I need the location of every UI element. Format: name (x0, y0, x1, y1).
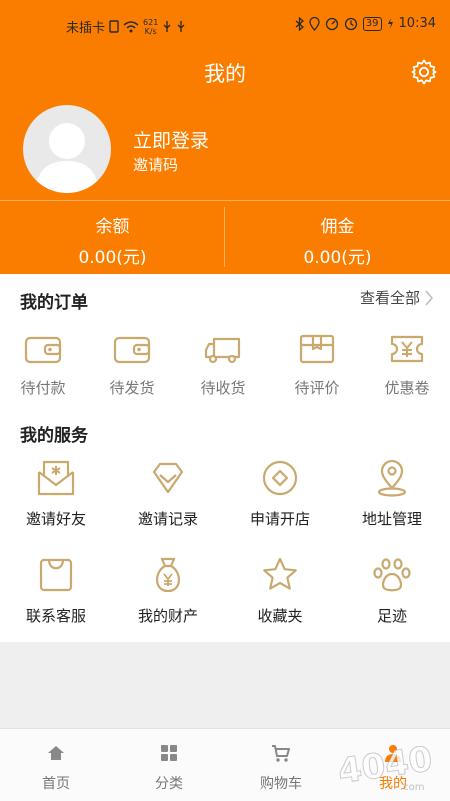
status-bar: 未插卡 621 K/s 39 10:34 (0, 0, 450, 50)
service-label: 足迹 (376, 607, 407, 625)
coupon-icon (390, 335, 424, 363)
tab-label: 购物车 (260, 776, 302, 792)
shop-icon (262, 460, 298, 496)
tab-home[interactable]: 首页 (11, 743, 101, 793)
service-invite-records[interactable]: 邀请记录 (112, 458, 224, 529)
balance-label: 余额 (95, 217, 130, 237)
bluetooth-icon (295, 16, 304, 31)
order-pending-payment[interactable]: 待付款 (0, 332, 88, 398)
tab-cart[interactable]: 购物车 (236, 743, 326, 793)
view-all-orders-link[interactable]: 查看全部 (360, 287, 434, 308)
tab-label: 首页 (42, 776, 70, 792)
commission-label: 佣金 (320, 217, 355, 237)
svg-text:.com: .com (400, 782, 425, 793)
cart-icon (272, 745, 290, 762)
envelope-icon (37, 460, 75, 496)
sim-icon (109, 20, 119, 33)
order-status-label: 待发货 (109, 379, 155, 397)
bag-icon (39, 558, 73, 592)
order-status-label: 优惠卷 (384, 379, 430, 397)
net-speed: 621 K/s (143, 17, 159, 36)
speedometer-icon (325, 17, 338, 30)
balance-value: 0.00(元) (78, 248, 147, 268)
star-icon (263, 557, 297, 590)
location-icon (377, 459, 407, 497)
diamond-icon (152, 462, 184, 494)
service-label: 邀请好友 (25, 510, 86, 528)
grid-icon (161, 745, 177, 761)
service-invite-friends[interactable]: 邀请好友 (0, 458, 112, 529)
usb-icon-2 (177, 21, 185, 32)
paw-icon (373, 558, 411, 592)
page-title: 我的 (204, 62, 246, 86)
balance-block[interactable]: 余额 0.00(元) (0, 212, 225, 268)
service-footprints[interactable]: 足迹 (336, 555, 448, 626)
avatar[interactable] (23, 105, 111, 193)
service-label: 申请开店 (249, 510, 310, 528)
service-favorites[interactable]: 收藏夹 (224, 555, 336, 626)
wallet-icon (24, 336, 62, 364)
truck-icon (204, 337, 241, 364)
wifi-icon (123, 21, 139, 33)
carrier-text: 未插卡 (66, 21, 106, 36)
default-avatar-icon (35, 123, 99, 193)
divider (0, 200, 450, 201)
location-status-icon (309, 16, 320, 31)
settings-gear-icon[interactable] (410, 58, 438, 86)
commission-value: 0.00(元) (303, 248, 372, 268)
invite-code-label: 邀请码 (133, 156, 179, 174)
clock-time: 10:34 (398, 16, 436, 31)
content-panel: 我的订单 查看全部 待付款 待发货 待收货 待评价 优惠卷 我的服务 邀请好友 … (0, 274, 450, 642)
service-address-management[interactable]: 地址管理 (336, 458, 448, 529)
box-icon (299, 334, 335, 364)
money-bag-icon (156, 557, 180, 593)
service-contact-support[interactable]: 联系客服 (0, 555, 112, 626)
battery-level: 39 (362, 16, 382, 31)
order-status-label: 待评价 (294, 379, 340, 397)
service-label: 联系客服 (25, 607, 86, 625)
tab-category[interactable]: 分类 (124, 743, 214, 793)
service-label: 邀请记录 (137, 510, 198, 528)
orders-title: 我的订单 (20, 293, 88, 313)
commission-block[interactable]: 佣金 0.00(元) (225, 212, 450, 268)
clock-icon (344, 17, 357, 30)
order-status-label: 待付款 (20, 379, 66, 397)
wallet-icon (113, 336, 151, 364)
tab-label: 分类 (155, 776, 183, 792)
service-my-assets[interactable]: 我的财产 (112, 555, 224, 626)
service-open-shop[interactable]: 申请开店 (224, 458, 336, 529)
login-link[interactable]: 立即登录 (133, 126, 209, 153)
order-pending-review[interactable]: 待评价 (272, 332, 362, 398)
view-all-label: 查看全部 (359, 289, 420, 307)
order-pending-shipment[interactable]: 待发货 (87, 332, 177, 398)
services-title: 我的服务 (20, 426, 88, 446)
service-label: 地址管理 (361, 510, 422, 528)
home-icon (48, 746, 64, 760)
watermark-logo: 4040 .com (335, 739, 435, 793)
order-pending-receipt[interactable]: 待收货 (178, 332, 268, 398)
order-status-label: 待收货 (200, 379, 246, 397)
service-label: 我的财产 (137, 607, 198, 625)
profile-header: 未插卡 621 K/s 39 10:34 我的 立即登录 邀请码 余额 0.00… (0, 0, 450, 274)
chevron-right-icon (425, 290, 433, 305)
service-label: 收藏夹 (257, 607, 303, 625)
charging-icon (387, 18, 393, 29)
order-coupons[interactable]: 优惠卷 (362, 332, 450, 398)
usb-icon (163, 21, 171, 32)
